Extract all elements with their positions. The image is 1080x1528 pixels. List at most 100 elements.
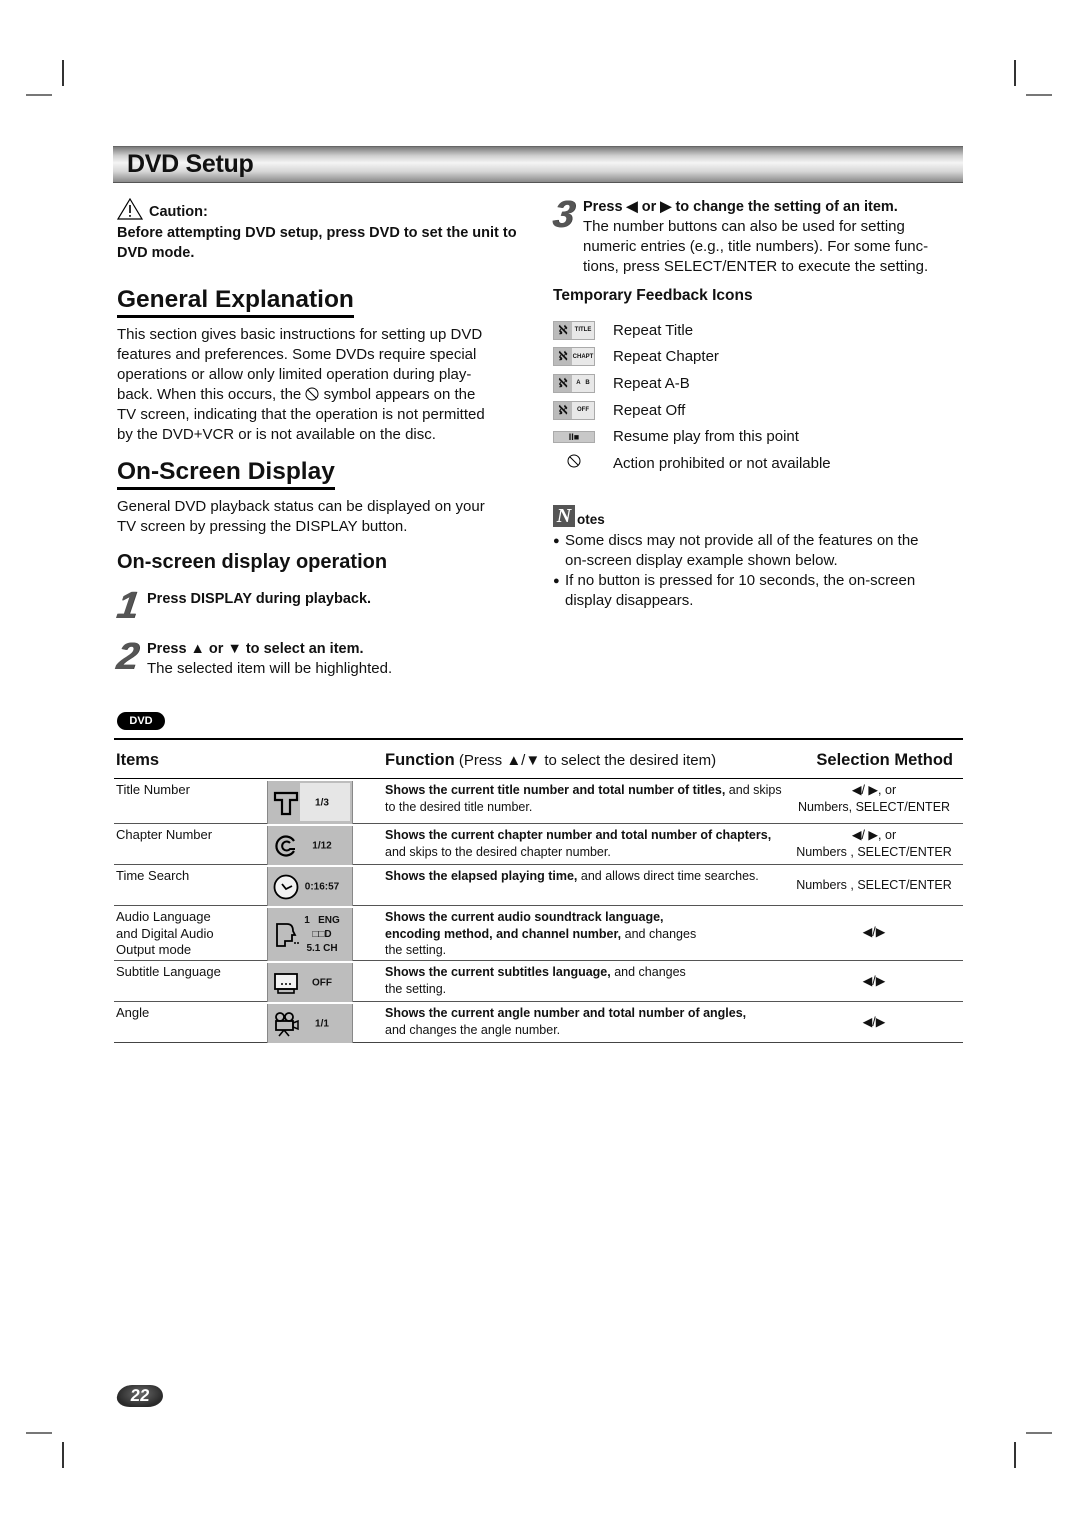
step-title: Press DISPLAY during playback. <box>147 591 372 607</box>
step-text: numeric entries (e.g., title numbers). F… <box>583 238 929 255</box>
step-number: 2 <box>114 636 142 678</box>
caution-box: Caution: Before attempting DVD setup, pr… <box>117 198 527 263</box>
table-row: Audio Language and Digital Audio Output mo… <box>114 906 963 961</box>
text-fragment: to select an item. <box>241 641 364 657</box>
text-line: ◀/▶ <box>862 925 886 939</box>
feedback-item: Action prohibited or not available <box>553 450 968 477</box>
feedback-item: ℵ TITLE Repeat Title <box>553 317 968 344</box>
step-3: 3 Press ◀ or ▶ to change the setting of … <box>550 194 968 277</box>
item-name: Audio Language and Digital Audio Output mo… <box>116 909 261 959</box>
osd-preview: 0:16:57 <box>267 867 353 906</box>
feedback-label: Repeat A-B <box>613 374 690 392</box>
step-number: 3 <box>550 194 578 236</box>
function-rest: and skips to the desired chapter number. <box>385 844 611 859</box>
general-explanation-section: General Explanation This section gives b… <box>117 286 527 445</box>
text-line: on-screen display example shown below. <box>565 552 838 569</box>
subtitle-icon <box>274 972 298 994</box>
text-line: TV screen, indicating that the operation… <box>117 406 485 423</box>
item-function: Shows the current audio soundtrack langu… <box>385 909 715 959</box>
general-explanation-heading: General Explanation <box>117 286 354 318</box>
step-2: 2 Press ▲ or ▼ to select an item. The se… <box>114 636 393 679</box>
text-line: Output mode <box>116 942 192 957</box>
function-bold: Shows the current title number and total… <box>385 783 726 797</box>
item-name: Time Search <box>116 868 190 883</box>
bullet-icon: ● <box>553 575 560 587</box>
function-rest: and allows direct time searches. <box>577 869 759 883</box>
osd-value: 1 ENG □□D 5.1 CH <box>298 914 346 956</box>
feedback-label: Repeat Chapter <box>613 348 719 366</box>
osd-value: 1/3 <box>315 797 329 808</box>
function-bold: Shows the current angle number and total… <box>385 1006 747 1020</box>
note-item: ● Some discs may not provide all of the … <box>553 531 963 571</box>
text-line: ◀/▶ <box>862 974 886 988</box>
crop-mark <box>1014 60 1016 86</box>
text-line: back. When this occurs, the symbol appea… <box>117 385 527 405</box>
selection-method: ◀/ ▶, or Numbers , SELECT/ENTER <box>789 827 959 860</box>
page-title: DVD Setup <box>127 150 254 178</box>
header-selection: Selection Method <box>816 751 953 769</box>
clock-icon <box>273 874 299 899</box>
text-fragment: symbol appears on the <box>319 386 476 403</box>
crop-mark <box>1026 1432 1052 1434</box>
prohibited-icon <box>305 387 319 401</box>
crop-mark <box>26 94 52 96</box>
step-text: The selected item will be highlighted. <box>147 660 393 677</box>
notes-label: otes <box>577 512 605 527</box>
text-line: display disappears. <box>565 592 694 609</box>
feedback-label: Action prohibited or not available <box>613 454 831 472</box>
feedback-item: ℵA B Repeat A-B <box>553 370 968 397</box>
feedback-item: ℵ OFF Repeat Off <box>553 397 968 424</box>
right-arrow-icon: ▶ <box>660 199 672 215</box>
item-name: Chapter Number <box>116 827 213 842</box>
dvd-badge: DVD <box>117 712 165 730</box>
feedback-label: Resume play from this point <box>613 428 799 446</box>
function-bold: Shows the current subtitles language, <box>385 965 611 979</box>
repeat-ab-icon: ℵA B <box>553 373 595 393</box>
table-row: Title Number 1/3 Shows the current title… <box>114 779 963 824</box>
text-line: 1 ENG <box>304 914 340 926</box>
on-screen-display-section: On-Screen Display General DVD playback s… <box>117 458 527 574</box>
text-line: Audio Language <box>116 909 211 924</box>
text-line: TV screen by pressing the DISPLAY button… <box>117 518 408 535</box>
icon-badge: TITLE <box>574 327 592 334</box>
step-text: The number buttons can also be used for … <box>583 218 905 235</box>
caution-label: Caution: <box>149 204 208 220</box>
notes-section: N otes ● Some discs may not provide all … <box>553 505 963 611</box>
text-line: Some discs may not provide all of the fe… <box>565 532 919 549</box>
function-rest: and changes the angle number. <box>385 1022 561 1037</box>
on-screen-operation-heading: On-screen display operation <box>117 551 388 573</box>
step-text: tions, press SELECT/ENTER to execute the… <box>583 258 929 275</box>
selection-method: ◀/▶ <box>789 1014 959 1031</box>
osd-preview: OFF <box>267 963 353 1002</box>
feedback-label: Repeat Off <box>613 401 686 419</box>
header-function-label: Function <box>385 751 455 769</box>
warning-triangle-icon <box>117 198 143 220</box>
text-line: Numbers , SELECT/ENTER <box>796 878 952 892</box>
item-function: Shows the current title number and total… <box>385 782 785 815</box>
item-name: Title Number <box>116 782 190 797</box>
crop-mark <box>26 1432 52 1434</box>
step-number: 1 <box>114 585 142 627</box>
osd-preview: 1 ENG □□D 5.1 CH <box>267 908 353 961</box>
step-title: Press ▲ or ▼ to select an item. <box>147 639 392 659</box>
crop-mark <box>1014 1442 1016 1468</box>
up-arrow-icon: ▲ <box>190 641 205 657</box>
caution-text: Before attempting DVD setup, press DVD t… <box>117 225 517 261</box>
on-screen-display-text: General DVD playback status can be displ… <box>117 497 527 537</box>
selection-method: ◀/▶ <box>789 973 959 990</box>
item-function: Shows the current angle number and total… <box>385 1005 765 1038</box>
text-line: 5.1 CH <box>306 942 338 954</box>
text-line: If no button is pressed for 10 seconds, … <box>565 572 916 589</box>
function-bold: Shows the elapsed playing time, <box>385 869 578 883</box>
resume-icon: II■ <box>553 430 595 443</box>
text-line: □□D <box>312 928 332 940</box>
text-fragment: back. When this occurs, the <box>117 386 306 403</box>
osd-preview: 1/12 <box>267 826 353 865</box>
icon-badge: II■ <box>568 431 580 442</box>
feedback-icons-section: Temporary Feedback Icons ℵ TITLE Repeat T… <box>553 287 968 483</box>
text-fragment: or <box>637 199 661 215</box>
text-line: features and preferences. Some DVDs requ… <box>117 346 477 363</box>
item-function: Shows the current chapter number and tot… <box>385 827 785 860</box>
text-line: operations or allow only limited operati… <box>117 366 472 383</box>
header-items: Items <box>116 751 160 769</box>
